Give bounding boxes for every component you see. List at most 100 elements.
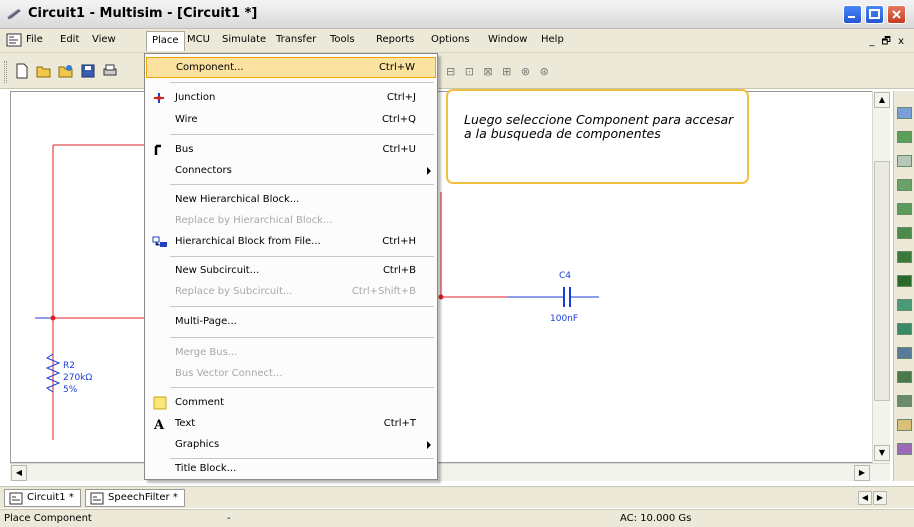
submenu-arrow-icon — [427, 441, 431, 449]
scroll-left-arrow-icon[interactable]: ◀ — [11, 465, 27, 481]
misc-digital-component-icon[interactable] — [897, 323, 912, 335]
horizontal-scrollbar[interactable]: ◀ ▶ — [10, 463, 890, 481]
text-icon: A — [153, 418, 165, 431]
capacitor-name-label: C4 — [559, 271, 571, 281]
close-button[interactable] — [887, 5, 906, 24]
menu-item-bus[interactable]: Bus Ctrl+U — [146, 140, 436, 161]
menu-window[interactable]: Window — [488, 34, 527, 45]
menu-item-wire[interactable]: Wire Ctrl+Q — [146, 110, 436, 131]
instruction-callout: Luego seleccione Component para accesar … — [446, 89, 749, 184]
menu-separator — [170, 256, 434, 257]
menu-options[interactable]: Options — [431, 34, 470, 45]
status-message: Place Component — [4, 513, 92, 524]
menu-item-graphics[interactable]: Graphics — [146, 435, 436, 456]
save-icon[interactable] — [80, 63, 96, 79]
document-tabs: Circuit1 * SpeechFilter * ◀ ▶ — [0, 486, 914, 508]
tab-scroll-left-icon[interactable]: ◀ — [858, 491, 872, 505]
source-component-icon[interactable] — [897, 131, 912, 143]
junction-left — [50, 315, 56, 321]
menu-separator — [170, 134, 434, 135]
ttl-component-icon[interactable] — [897, 251, 912, 263]
menu-item-comment[interactable]: Comment — [146, 393, 436, 414]
menu-item-connectors[interactable]: Connectors — [146, 161, 436, 182]
component-toolbar — [893, 91, 914, 481]
menu-help[interactable]: Help — [541, 34, 564, 45]
menu-item-replace-by-hierarchical-block: Replace by Hierarchical Block... — [175, 215, 333, 226]
menu-separator — [170, 306, 434, 307]
maximize-button[interactable] — [865, 5, 884, 24]
toolbar-grip[interactable] — [4, 61, 7, 83]
menu-separator — [170, 184, 434, 185]
menu-tools[interactable]: Tools — [330, 34, 355, 45]
resistor-name-label: R2 — [63, 361, 75, 371]
resistor-tolerance-label: 5% — [63, 385, 78, 395]
status-bar: Place Component - AC: 10.000 Gs — [0, 509, 914, 527]
menu-item-title-block[interactable]: Title Block... — [146, 459, 436, 480]
tab-circuit1[interactable]: Circuit1 * — [4, 489, 81, 507]
menu-item-text[interactable]: A Text Ctrl+T — [146, 414, 436, 435]
menu-item-component[interactable]: Component... Ctrl+W — [146, 57, 436, 78]
comment-icon — [153, 396, 167, 410]
open-folder-icon[interactable] — [36, 63, 52, 79]
window-title: Circuit1 - Multisim - [Circuit1 *] — [28, 6, 258, 21]
junction-right — [438, 294, 444, 300]
status-analysis: AC: 10.000 Gs — [620, 513, 692, 524]
standard-toolbar: ⊟ ⊡ ⊠ ⊞ ⊗ ⊛ — [0, 53, 914, 89]
menu-edit[interactable]: Edit — [60, 34, 79, 45]
cmos-component-icon[interactable] — [897, 275, 912, 287]
menu-item-junction[interactable]: Junction Ctrl+J — [146, 88, 436, 109]
menu-item-multi-page[interactable]: Multi-Page... — [146, 312, 436, 333]
mdi-window-controls[interactable]: _ 🗗 x — [869, 34, 906, 51]
bus-icon — [154, 144, 161, 155]
menu-view[interactable]: View — [92, 34, 116, 45]
power-component-icon[interactable] — [897, 395, 912, 407]
vertical-scroll-thumb[interactable] — [874, 161, 890, 401]
menu-item-bus-vector-connect: Bus Vector Connect... — [175, 368, 283, 379]
tab-scroll-right-icon[interactable]: ▶ — [873, 491, 887, 505]
menu-place[interactable]: Place — [146, 31, 185, 51]
menu-separator — [170, 337, 434, 338]
basic-component-icon[interactable] — [897, 155, 912, 167]
disabled-align-tools-icon: ⊟ ⊡ ⊠ ⊞ ⊗ ⊛ — [446, 65, 552, 78]
tab-speechfilter[interactable]: SpeechFilter * — [85, 489, 185, 507]
menu-reports[interactable]: Reports — [376, 34, 414, 45]
scroll-right-arrow-icon[interactable]: ▶ — [854, 465, 870, 481]
callout-text: Luego seleccione Component para accesar … — [464, 112, 734, 141]
component-bin-icon[interactable] — [897, 107, 912, 119]
print-icon[interactable] — [102, 63, 118, 79]
submenu-arrow-icon — [427, 167, 431, 175]
mixed-component-icon[interactable] — [897, 347, 912, 359]
scroll-up-arrow-icon[interactable]: ▲ — [874, 92, 890, 108]
document-icon — [6, 33, 22, 47]
resistor-value-label: 270kΩ — [63, 373, 92, 383]
menu-separator — [170, 387, 434, 388]
close-icon — [892, 10, 901, 19]
menu-item-new-subcircuit[interactable]: New Subcircuit... Ctrl+B — [146, 261, 436, 282]
misc-component-icon[interactable] — [897, 419, 912, 431]
vertical-scrollbar[interactable]: ▲ ▼ — [872, 91, 890, 463]
svg-text:A: A — [153, 418, 165, 431]
analog-component-icon[interactable] — [897, 227, 912, 239]
minimize-icon — [848, 16, 855, 18]
open-samples-icon[interactable] — [58, 63, 74, 79]
rf-component-icon[interactable] — [897, 443, 912, 455]
transistor-component-icon[interactable] — [897, 203, 912, 215]
diode-component-icon[interactable] — [897, 179, 912, 191]
menu-item-replace-by-subcircuit: Replace by Subcircuit... Ctrl+Shift+B — [175, 286, 416, 297]
menu-file[interactable]: File — [26, 34, 43, 45]
menu-simulate[interactable]: Simulate — [222, 34, 266, 45]
new-file-icon[interactable] — [14, 63, 30, 79]
junction-icon — [154, 93, 164, 103]
menu-transfer[interactable]: Transfer — [276, 34, 316, 45]
multisim-app-icon — [7, 9, 21, 20]
indicator-component-icon[interactable] — [897, 371, 912, 383]
capacitor-value-label: 100nF — [550, 314, 578, 324]
menu-mcu[interactable]: MCU — [187, 34, 210, 45]
minimize-button[interactable] — [843, 5, 862, 24]
scroll-down-arrow-icon[interactable]: ▼ — [874, 445, 890, 461]
hierarchical-block-icon — [152, 236, 167, 247]
mcu-component-icon[interactable] — [897, 299, 912, 311]
menu-item-new-hierarchical-block[interactable]: New Hierarchical Block... — [146, 190, 436, 211]
menu-item-merge-bus: Merge Bus... — [175, 347, 238, 358]
menu-item-hierarchical-block-from-file[interactable]: Hierarchical Block from File... Ctrl+H — [146, 232, 436, 253]
